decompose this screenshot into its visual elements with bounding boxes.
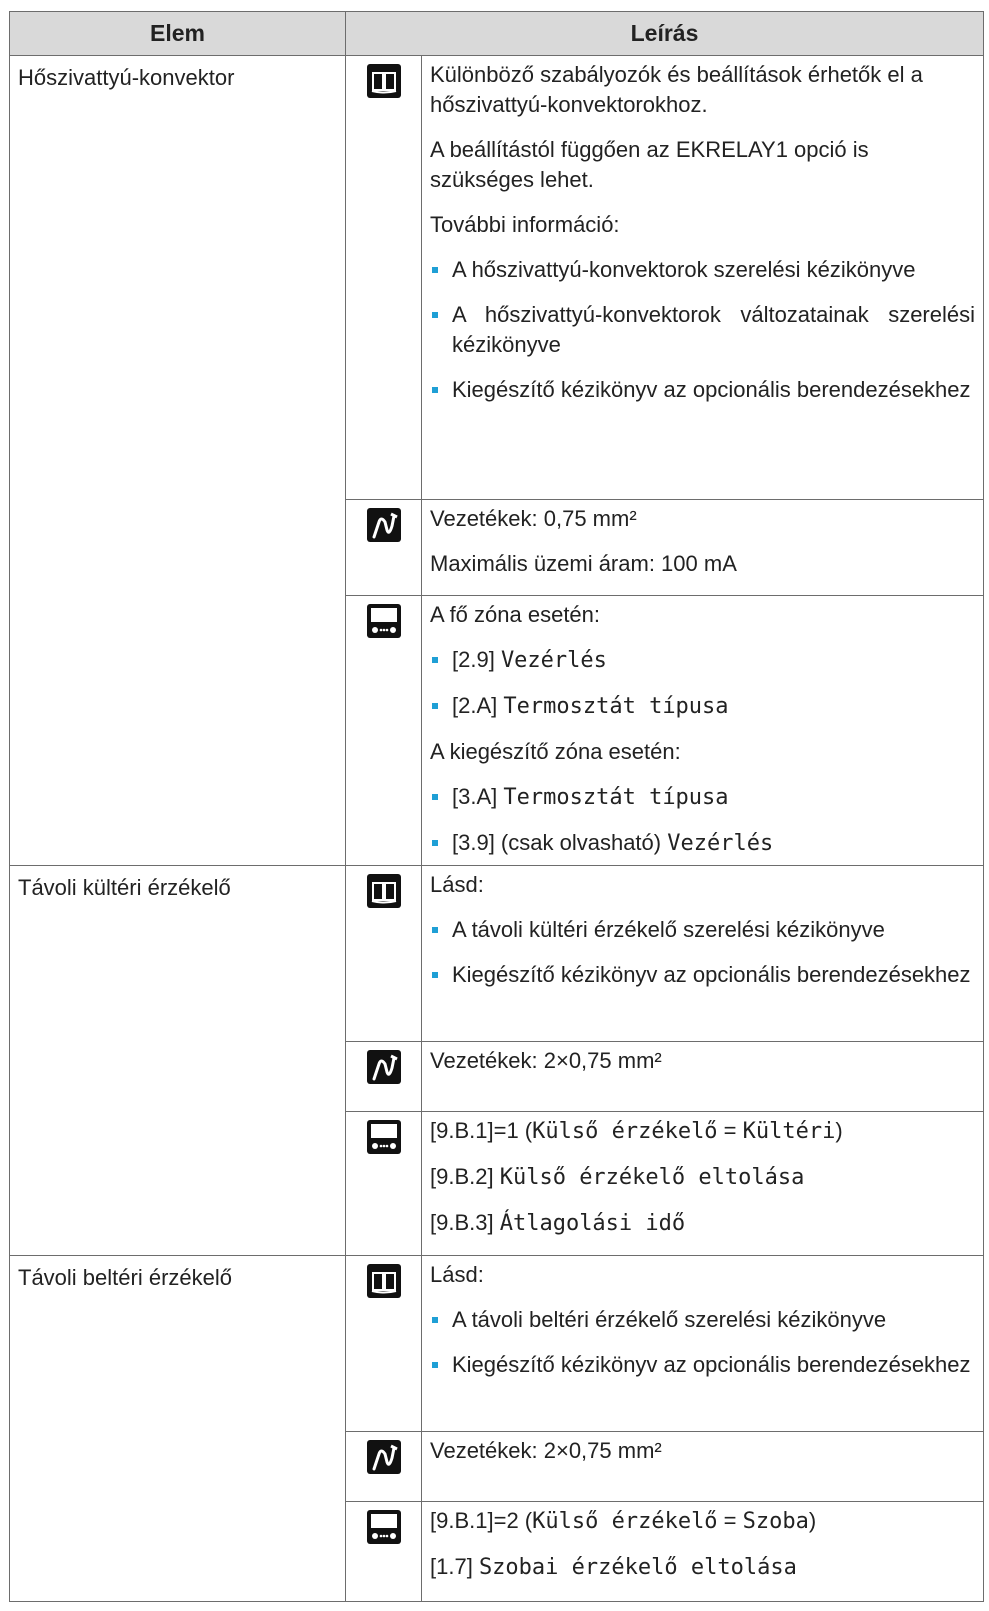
description-text: A beállítástól függően az EKRELAY1 opció… (430, 137, 869, 192)
ui-icon-cell (345, 595, 422, 866)
bullet-item: A hőszivattyú-konvektorok változatainak … (430, 300, 975, 360)
item-name: Hőszivattyú-konvektor (9, 55, 346, 866)
ui-icon-cell (345, 1501, 422, 1602)
header-item: Elem (9, 11, 346, 56)
wiring-icon-cell (345, 1431, 422, 1502)
description-text: Vezetékek: 2×0,75 mm² (430, 1048, 662, 1073)
wiring-icon (366, 1050, 401, 1084)
description-text: További információ: (430, 212, 620, 237)
bullet-item: Kiegészítő kézikönyv az opcionális beren… (430, 375, 975, 405)
item-name: Távoli beltéri érzékelő (9, 1255, 346, 1602)
setting-line: [1.7] Szobai érzékelő eltolása (430, 1552, 975, 1583)
setting-value: Kültéri (742, 1119, 836, 1144)
ui-description: [9.B.1]=2 (Külső érzékelő = Szoba) [1.7]… (421, 1501, 984, 1602)
bullet-item: A távoli kültéri érzékelő szerelési kézi… (430, 915, 975, 945)
bullet-item: [3.A] Termosztát típusa (430, 782, 975, 813)
setting-name: Külső érzékelő (532, 1509, 718, 1534)
manual-description: Különböző szabályozók és beállítások érh… (421, 55, 984, 500)
ui-description: [9.B.1]=1 (Külső érzékelő = Kültéri) [9.… (421, 1111, 984, 1256)
setting-code: [9.B.1]=1 ( (430, 1118, 533, 1143)
setting-code: [2.9] (452, 647, 495, 672)
setting-code: [3.A] (452, 784, 498, 809)
setting-equals: = (717, 1508, 743, 1533)
setting-equals: = (717, 1118, 743, 1143)
table-row: Hőszivattyú-konvektor Különböző szabályo… (9, 55, 984, 866)
manual-description: Lásd: A távoli beltéri érzékelő szerelés… (421, 1255, 984, 1432)
setting-name: Külső érzékelő (532, 1119, 718, 1144)
setting-name: Átlagolási idő (499, 1211, 686, 1236)
table-row: Távoli beltéri érzékelő Lásd: A távoli b… (9, 1255, 984, 1602)
bullet-item: Kiegészítő kézikönyv az opcionális beren… (430, 1350, 975, 1380)
setting-name: Szobai érzékelő eltolása (478, 1555, 797, 1580)
setting-code: [2.A] (452, 693, 498, 718)
description-text: Különböző szabályozók és beállítások érh… (430, 62, 923, 117)
manual-icon-cell (345, 55, 422, 500)
setting-line: [9.B.1]=1 (Külső érzékelő = Kültéri) (430, 1116, 975, 1147)
table-row: Távoli kültéri érzékelő Lásd: A távoli k… (9, 865, 984, 1256)
ui-icon-cell (345, 1111, 422, 1256)
wiring-description: Vezetékek: 0,75 mm² Maximális üzemi áram… (421, 499, 984, 596)
wiring-description: Vezetékek: 2×0,75 mm² (421, 1431, 984, 1502)
setting-name: Termosztát típusa (503, 785, 729, 810)
setting-code: [9.B.3] (430, 1210, 494, 1235)
setting-code: [3.9] (csak olvasható) (452, 830, 662, 855)
setting-name: Vezérlés (500, 648, 607, 673)
bullet-item: A hőszivattyú-konvektorok szerelési kézi… (430, 255, 975, 285)
bullet-item: [2.A] Termosztát típusa (430, 691, 975, 722)
setting-name: Termosztát típusa (503, 694, 729, 719)
description-text: A kiegészítő zóna esetén: (430, 739, 681, 764)
bullet-item: A távoli beltéri érzékelő szerelési kézi… (430, 1305, 975, 1335)
book-icon (366, 64, 401, 98)
user-interface-icon (366, 1120, 401, 1154)
item-name: Távoli kültéri érzékelő (9, 865, 346, 1256)
wiring-icon-cell (345, 499, 422, 596)
bullet-item: Kiegészítő kézikönyv az opcionális beren… (430, 960, 975, 990)
table-header-row: Elem Leírás (9, 11, 984, 56)
description-text: Lásd: (430, 1262, 484, 1287)
setting-paren: ) (835, 1118, 843, 1143)
wiring-description: Vezetékek: 2×0,75 mm² (421, 1041, 984, 1112)
manual-icon-cell (345, 865, 422, 1042)
description-text: Lásd: (430, 872, 484, 897)
setting-paren: ) (808, 1508, 817, 1533)
setting-code: [9.B.2] (430, 1164, 494, 1189)
setting-name: Vezérlés (667, 831, 774, 856)
manual-icon-cell (345, 1255, 422, 1432)
wiring-icon (366, 1440, 401, 1474)
header-description: Leírás (345, 11, 984, 56)
setting-line: [9.B.1]=2 (Külső érzékelő = Szoba) (430, 1506, 975, 1537)
bullet-item: [2.9] Vezérlés (430, 645, 975, 676)
description-text: Vezetékek: 0,75 mm² (430, 506, 637, 531)
manual-description: Lásd: A távoli kültéri érzékelő szerelés… (421, 865, 984, 1042)
ui-description: A fő zóna esetén: [2.9] Vezérlés [2.A] T… (421, 595, 984, 866)
setting-code: [1.7] (430, 1554, 473, 1579)
book-icon (366, 1264, 401, 1298)
book-icon (366, 874, 401, 908)
options-table: Elem Leírás Hőszivattyú-konvektor Különb… (9, 11, 984, 1602)
setting-line: [9.B.3] Átlagolási idő (430, 1208, 975, 1239)
user-interface-icon (366, 1510, 401, 1544)
description-text: Maximális üzemi áram: 100 mA (430, 551, 737, 576)
wiring-icon-cell (345, 1041, 422, 1112)
setting-name: Külső érzékelő eltolása (499, 1165, 805, 1190)
setting-line: [9.B.2] Külső érzékelő eltolása (430, 1162, 975, 1193)
description-text: Vezetékek: 2×0,75 mm² (430, 1438, 662, 1463)
user-interface-icon (366, 604, 401, 638)
setting-code: [9.B.1]=2 ( (430, 1508, 533, 1533)
bullet-item: [3.9] (csak olvasható) Vezérlés (430, 828, 975, 859)
wiring-icon (366, 508, 401, 542)
description-text: A fő zóna esetén: (430, 602, 601, 627)
setting-value: Szoba (742, 1509, 809, 1534)
